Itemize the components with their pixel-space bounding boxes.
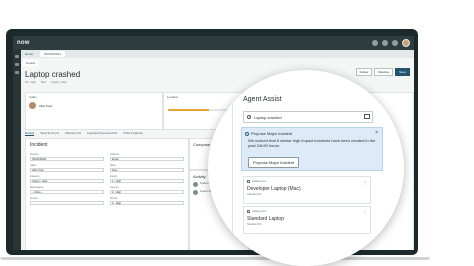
field-label: Caller xyxy=(30,164,37,167)
top-bar: now xyxy=(13,36,414,50)
tab-impacted-services[interactable]: Impacted Services/CIs xyxy=(87,131,117,136)
search-input[interactable]: Laptop crashed xyxy=(254,115,282,120)
tab-record[interactable]: INC0010101 xyxy=(40,51,65,57)
catalog-icon xyxy=(247,180,250,183)
subcategory-field[interactable]: -- None -- xyxy=(30,190,104,194)
form-title: Incident xyxy=(30,142,48,148)
suggestion-body: We noticed that 5 similar high impact in… xyxy=(248,138,376,148)
state-meta: New xyxy=(40,81,47,84)
search-global-icon[interactable] xyxy=(372,40,378,46)
suggestion-heading: Propose Major Incident xyxy=(251,131,293,136)
caller-name[interactable]: Abel Tuter xyxy=(39,104,53,108)
catalog-item-card[interactable]: Catalog item ⋮ Developer Laptop (Mac) St… xyxy=(243,176,371,204)
catalog-type: Catalog item xyxy=(252,180,267,183)
more-icon[interactable]: ⋮ xyxy=(363,210,367,215)
record-tabs: Details Task SLAs (4) Affected CIs Impac… xyxy=(25,131,143,136)
record-meta: P2 - High New Inquiry / Help xyxy=(25,81,66,84)
catalog-item-card[interactable]: Catalog item ⋮ Standard Laptop Standard … xyxy=(243,206,371,234)
field-label: Priority xyxy=(110,197,118,200)
field-label: State xyxy=(110,164,116,167)
activity-avatar xyxy=(193,182,198,187)
sla-progress-fill xyxy=(168,109,209,111)
field-label: Channel xyxy=(110,153,119,156)
priority-meta: P2 - High xyxy=(25,81,36,84)
tab-task-slas[interactable]: Task SLAs (4) xyxy=(40,131,59,136)
agent-assist-panel: Agent Assist Laptop crashed Propose Majo… xyxy=(232,82,383,266)
nav-icon[interactable] xyxy=(15,55,19,58)
left-rail xyxy=(13,50,21,250)
priority-field[interactable]: 2 - High xyxy=(110,201,184,205)
caller-field[interactable]: Abel Tuter xyxy=(30,168,104,172)
catalog-type: Catalog item xyxy=(252,210,267,213)
workspace-tabs: Home INC0010101 xyxy=(21,50,414,58)
zoom-magnifier: Agent Assist Laptop crashed Propose Majo… xyxy=(208,70,404,266)
catalog-sub: Standard ITs xyxy=(247,223,262,226)
field-label: Urgency xyxy=(110,186,119,189)
nav-icon[interactable] xyxy=(15,71,19,74)
caller-card: Caller Abel Tuter xyxy=(25,92,163,130)
number-field[interactable]: INC0010101 xyxy=(30,157,104,161)
state-field[interactable]: New xyxy=(110,168,184,172)
record-title: Laptop crashed xyxy=(25,70,81,79)
help-icon[interactable] xyxy=(392,40,398,46)
info-icon xyxy=(245,131,249,136)
catalog-sub: Standard ITs xyxy=(247,193,262,196)
catalog-icon xyxy=(247,210,250,213)
channel-field[interactable]: Email xyxy=(110,157,184,161)
top-icons xyxy=(372,39,410,47)
field-label: Impact xyxy=(110,175,118,178)
tab-details[interactable]: Details xyxy=(25,131,35,136)
category-field[interactable]: Inquiry / Help xyxy=(30,179,104,183)
catalog-name[interactable]: Standard Laptop xyxy=(247,216,284,222)
agent-assist-search[interactable]: Laptop crashed xyxy=(243,111,373,123)
tab-affected-cis[interactable]: Affected CIs xyxy=(65,131,81,136)
impact-field[interactable]: 2 - High xyxy=(110,179,184,183)
caller-avatar xyxy=(29,102,36,109)
field-label: Category xyxy=(30,175,40,178)
search-icon xyxy=(247,115,251,119)
major-incident-suggestion: Propose Major Incident × We noticed that… xyxy=(241,127,383,171)
nav-icon[interactable] xyxy=(15,63,19,66)
close-icon[interactable]: × xyxy=(375,130,378,136)
tab-home[interactable]: Home xyxy=(21,51,37,57)
caller-label: Caller xyxy=(29,95,37,99)
category-meta: Inquiry / Help xyxy=(51,81,67,84)
propose-major-incident-button[interactable]: Propose Major Incident xyxy=(248,157,300,168)
field-label: Number xyxy=(30,153,39,156)
field-label: Service xyxy=(30,197,38,200)
urgency-field[interactable]: 2 - High xyxy=(110,190,184,194)
agent-assist-title: Agent Assist xyxy=(243,96,282,103)
more-icon[interactable]: ⋮ xyxy=(363,180,367,185)
activity-avatar xyxy=(193,190,198,195)
tab-child-incidents[interactable]: Child Incidents xyxy=(123,131,143,136)
service-field[interactable] xyxy=(30,201,104,205)
avatar[interactable] xyxy=(402,39,410,47)
subtab-details[interactable]: Details xyxy=(23,60,39,66)
bell-icon[interactable] xyxy=(382,40,388,46)
filter-icon[interactable] xyxy=(364,114,370,119)
app-logo: now xyxy=(17,40,30,46)
field-label: Subcategory xyxy=(30,186,44,189)
incident-form: Incident Number INC0010101 Channel Email… xyxy=(25,138,189,250)
catalog-name[interactable]: Developer Laptop (Mac) xyxy=(247,186,301,192)
